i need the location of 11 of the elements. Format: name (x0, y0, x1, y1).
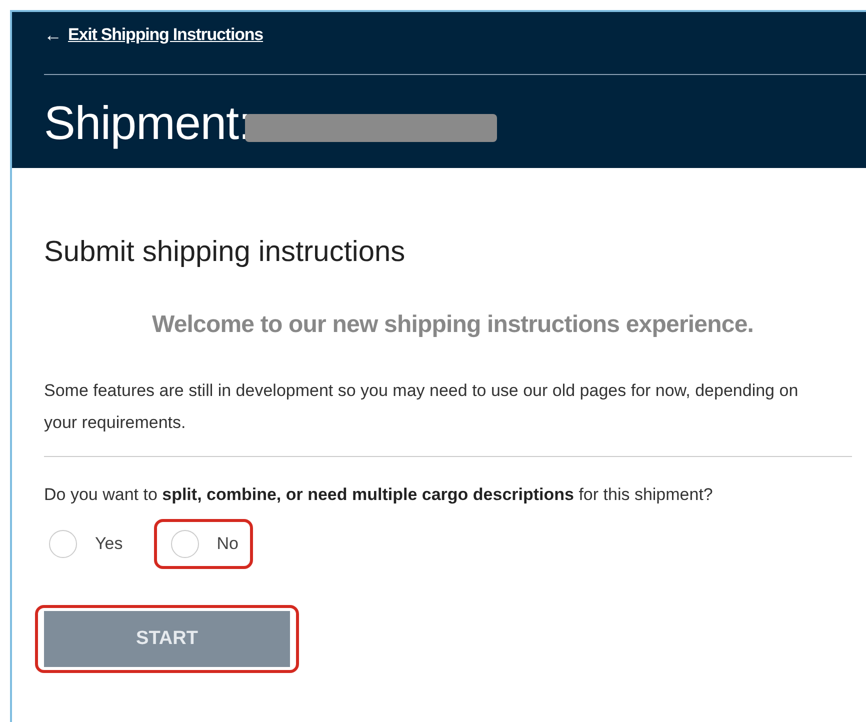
exit-link[interactable]: Exit Shipping Instructions (68, 25, 264, 45)
radio-button[interactable] (49, 530, 77, 558)
back-arrow[interactable]: ← (44, 24, 62, 46)
shipment-title: Shipment: (44, 94, 252, 150)
question-text: Do you want to split, combine, or need multiple cargo descriptions for this shipment? (44, 484, 714, 506)
welcome-heading: Welcome to our new shipping instructions experience. (152, 311, 755, 339)
option-label: No (216, 534, 238, 554)
section-title: Submit shipping instructions (44, 236, 406, 269)
option-label: Yes (95, 534, 123, 554)
radio-button[interactable] (170, 530, 199, 558)
notice-text: Some features are still in development so you may need to use our old pages for now, depending on your requirements. (44, 380, 800, 434)
